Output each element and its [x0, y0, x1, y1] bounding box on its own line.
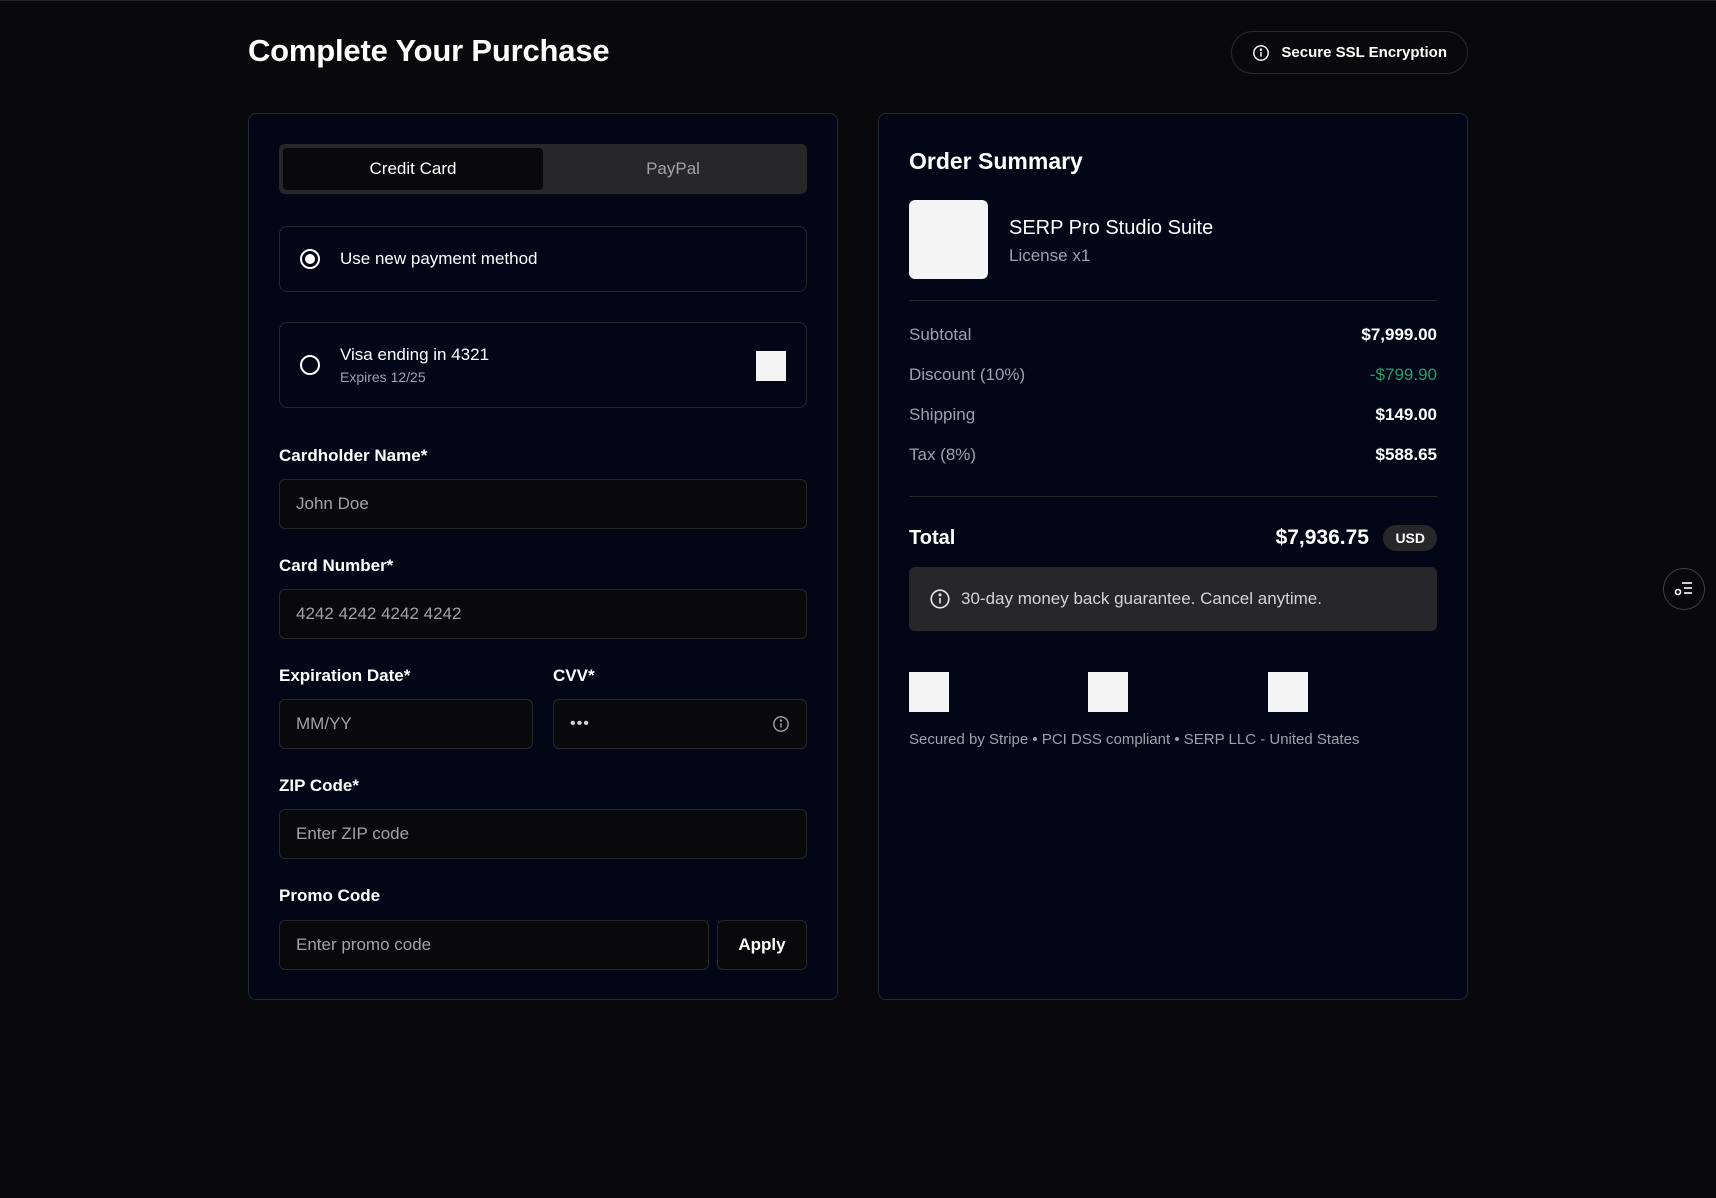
line-label: Discount (10%) — [909, 365, 1026, 384]
line-value: $7,999.00 — [1361, 325, 1437, 344]
product-image — [909, 200, 988, 279]
security-footer-text: Secured by Stripe • PCI DSS compliant • … — [909, 731, 1360, 748]
payment-card: Credit Card PayPal Use new payment metho… — [248, 113, 838, 1000]
stripe-logo-image — [909, 672, 949, 712]
ssl-logo-image — [1268, 672, 1308, 712]
promo-field-wrap — [279, 920, 709, 970]
total-row: Total $7,936.75 USD — [909, 518, 1437, 558]
cvv-label: CVV* — [553, 666, 595, 685]
total-label: Total — [909, 527, 956, 549]
tab-credit-card[interactable]: Credit Card — [283, 148, 543, 190]
line-label: Tax (8%) — [909, 445, 977, 464]
line-label: Shipping — [909, 405, 976, 424]
line-value: $149.00 — [1375, 405, 1437, 424]
promo-label: Promo Code — [279, 886, 381, 905]
zip-field-wrap — [279, 809, 807, 859]
card-number-input[interactable] — [296, 604, 790, 624]
summary-line-shipping: Shipping $149.00 — [909, 405, 1437, 425]
card-number-field-wrap — [279, 589, 807, 639]
line-value: -$799.90 — [1369, 365, 1437, 384]
ssl-badge-label: Secure SSL Encryption — [1281, 44, 1447, 61]
product-name: SERP Pro Studio Suite — [1009, 217, 1214, 239]
guarantee-text: 30-day money back guarantee. Cancel anyt… — [961, 589, 1322, 608]
info-icon — [1253, 44, 1270, 61]
summary-title: Order Summary — [909, 148, 1083, 174]
info-icon — [930, 589, 950, 609]
line-value: $588.65 — [1375, 445, 1437, 464]
expiration-label: Expiration Date* — [279, 666, 411, 685]
saved-visa-label: Visa ending in 4321 — [340, 345, 490, 364]
settings-toggle-button[interactable] — [1663, 568, 1705, 610]
currency-badge: USD — [1383, 525, 1437, 551]
cvv-input[interactable]: ••• — [553, 699, 807, 749]
cardholder-input[interactable] — [296, 494, 790, 514]
new-payment-label: Use new payment method — [340, 249, 538, 268]
visa-logo-image — [756, 351, 786, 381]
filter-settings-icon — [1674, 582, 1692, 596]
summary-line-discount: Discount (10%) -$799.90 — [909, 365, 1437, 385]
total-value: $7,936.75 — [1275, 526, 1369, 549]
summary-line-tax: Tax (8%) $588.65 — [909, 445, 1437, 465]
zip-input[interactable] — [296, 824, 790, 844]
saved-visa-radio[interactable] — [300, 355, 320, 375]
divider — [909, 496, 1437, 497]
saved-visa-expiry: Expires 12/25 — [340, 369, 426, 385]
apply-promo-button[interactable]: Apply — [717, 920, 807, 970]
expiration-input[interactable] — [296, 714, 516, 734]
tab-paypal[interactable]: PayPal — [543, 148, 803, 190]
guarantee-banner: 30-day money back guarantee. Cancel anyt… — [909, 567, 1437, 631]
cvv-value: ••• — [570, 715, 590, 732]
line-label: Subtotal — [909, 325, 972, 344]
promo-input[interactable] — [296, 935, 692, 955]
cardholder-field-wrap — [279, 479, 807, 529]
info-icon[interactable] — [772, 715, 790, 733]
page-header: Complete Your Purchase Secure SSL Encryp… — [248, 1, 1468, 105]
new-payment-radio[interactable] — [300, 249, 320, 269]
card-number-label: Card Number* — [279, 556, 394, 575]
order-summary-card: Order Summary SERP Pro Studio Suite Lice… — [878, 113, 1468, 1000]
new-payment-method-option[interactable]: Use new payment method — [279, 226, 807, 292]
expiration-field-wrap — [279, 699, 533, 749]
cardholder-label: Cardholder Name* — [279, 446, 428, 465]
zip-label: ZIP Code* — [279, 776, 359, 795]
payment-tabs: Credit Card PayPal — [279, 144, 807, 194]
pci-logo-image — [1088, 672, 1128, 712]
divider — [909, 300, 1437, 301]
saved-visa-option[interactable]: Visa ending in 4321 Expires 12/25 — [279, 322, 807, 408]
product-license: License x1 — [1009, 246, 1091, 265]
summary-line-subtotal: Subtotal $7,999.00 — [909, 325, 1437, 345]
ssl-badge: Secure SSL Encryption — [1231, 31, 1468, 74]
page-title: Complete Your Purchase — [248, 33, 610, 68]
